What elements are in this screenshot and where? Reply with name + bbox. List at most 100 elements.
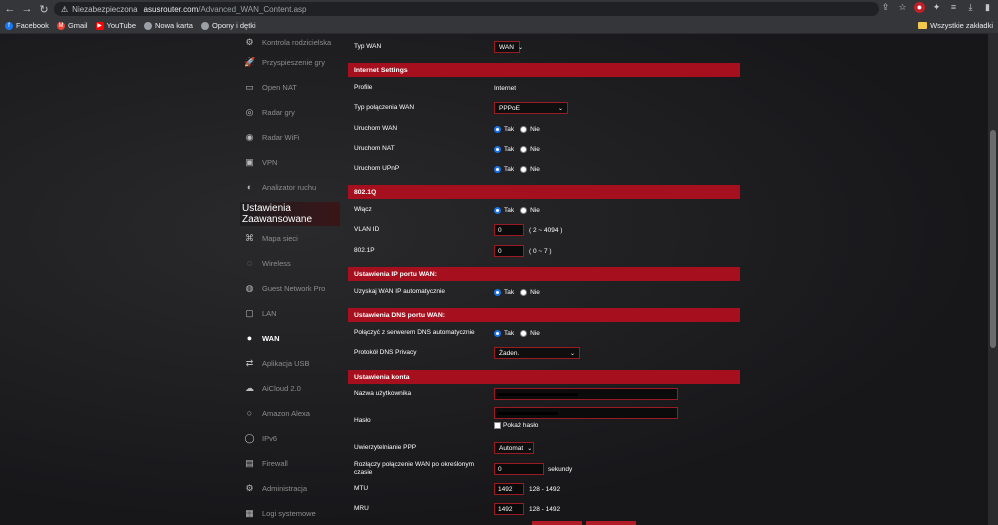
idle-row: Rozłączy połączenie WAN po określonym cz… xyxy=(354,460,740,478)
idle-label: Rozłączy połączenie WAN po określonym cz… xyxy=(354,461,475,476)
wan-ip-yes-radio[interactable] xyxy=(494,288,501,296)
page-viewport: ⚙ Kontrola rodzicielska 🚀 Przyspieszenie… xyxy=(0,34,988,525)
open-nat-icon: ▭ xyxy=(245,82,254,92)
sidebar-item-parental[interactable]: ⚙ Kontrola rodzicielska xyxy=(240,34,340,50)
password-input[interactable] xyxy=(494,407,678,419)
guest-network-icon: ◍ xyxy=(245,283,254,293)
chevron-down-icon: ⌄ xyxy=(569,350,575,357)
no-label: Nie xyxy=(530,206,540,214)
yes-label: Tak xyxy=(504,145,515,153)
sidebar-item-network-map[interactable]: ⌘ Mapa sieci xyxy=(240,226,340,251)
enable-nat-no-radio[interactable] xyxy=(520,145,528,153)
all-bookmarks[interactable]: Wszystkie zakładki xyxy=(918,21,993,30)
wifi-radar-icon: ◉ xyxy=(245,132,254,142)
partial-button[interactable] xyxy=(532,521,582,525)
back-icon[interactable]: ← xyxy=(3,2,17,16)
globe-icon xyxy=(200,21,209,30)
sidebar-item-aicloud[interactable]: ☁ AiCloud 2.0 xyxy=(240,376,340,401)
bookmark-nowa-karta[interactable]: Nowa karta xyxy=(144,21,193,30)
bookmark-youtube[interactable]: ▶ YouTube xyxy=(95,21,136,30)
vlan-input[interactable]: 0 xyxy=(494,224,524,236)
gmail-icon: M xyxy=(56,21,65,30)
bookmarks-bar: f Facebook M Gmail ▶ YouTube Nowa karta … xyxy=(0,18,998,34)
sidebar-item-lan[interactable]: ▢ LAN xyxy=(240,301,340,326)
bookmark-label: Opony i dętki xyxy=(211,21,256,30)
enable-nat-yes-radio[interactable] xyxy=(494,145,501,153)
sidepanel-icon[interactable]: ▮ xyxy=(982,2,993,13)
sidebar-item-game-boost[interactable]: 🚀 Przyspieszenie gry xyxy=(240,50,340,75)
sidebar-item-wifi-radar[interactable]: ◉ Radar WiFi xyxy=(240,125,340,150)
enable-upnp-yes-radio[interactable] xyxy=(494,165,501,173)
mtu-input[interactable]: 1492 xyxy=(494,483,524,495)
dot1q-yes-radio[interactable] xyxy=(494,206,501,214)
dns-privacy-value: Żaden. xyxy=(499,349,520,357)
vlan-label: VLAN ID xyxy=(354,226,380,233)
sidebar-item-wan[interactable]: ● WAN xyxy=(240,326,340,351)
dns-auto-yes-radio[interactable] xyxy=(494,329,501,337)
sidebar-item-guest[interactable]: ◍ Guest Network Pro xyxy=(240,276,340,301)
bookmark-facebook[interactable]: f Facebook xyxy=(5,21,49,30)
browser-toolbar: ← → ↻ ⚠ Niezabezpieczona asusrouter.com /… xyxy=(0,0,998,18)
idle-input[interactable]: 0 xyxy=(494,463,544,475)
sidebar-item-alexa[interactable]: ○ Amazon Alexa xyxy=(240,401,340,426)
dot1q-no-radio[interactable] xyxy=(520,206,528,214)
forward-icon[interactable]: → xyxy=(20,2,34,16)
sidebar-item-ipv6[interactable]: ◯ IPv6 xyxy=(240,426,340,451)
wan-ip-no-radio[interactable] xyxy=(520,288,528,296)
dot1p-input[interactable]: 0 xyxy=(494,245,524,257)
mru-row: MRU 1492 128 - 1492 xyxy=(354,501,740,517)
sidebar-item-traffic[interactable]: ◐ Analizator ruchu xyxy=(240,175,340,200)
dns-auto-no-radio[interactable] xyxy=(520,329,528,337)
sidebar-item-label: AiCloud 2.0 xyxy=(262,384,301,393)
page-scrollbar[interactable] xyxy=(988,34,998,525)
share-icon[interactable]: ⇪ xyxy=(880,2,891,13)
dns-privacy-row: Protokół DNS Privacy Żaden. ⌄ xyxy=(354,345,740,361)
username-input[interactable] xyxy=(494,388,678,400)
sidebar-item-label: LAN xyxy=(262,309,277,318)
wan-ip-header: Ustawienia IP portu WAN: xyxy=(348,267,740,281)
enable-nat-row: Uruchom NAT Tak Nie xyxy=(354,141,740,157)
enable-upnp-no-radio[interactable] xyxy=(520,165,528,173)
address-bar[interactable]: ⚠ Niezabezpieczona asusrouter.com/Advanc… xyxy=(54,2,879,16)
star-icon[interactable]: ☆ xyxy=(897,2,908,13)
dns-privacy-select[interactable]: Żaden. ⌄ xyxy=(494,347,580,359)
puzzle-icon[interactable]: ✦ xyxy=(931,2,942,13)
download-icon[interactable]: ⤓ xyxy=(965,2,976,13)
sidebar-item-open-nat[interactable]: ▭ Open NAT xyxy=(240,75,340,100)
ppp-auth-label: Uwierzytelnianie PPP xyxy=(354,444,417,451)
conn-type-select[interactable]: PPPoE ⌄ xyxy=(494,102,568,114)
wan-type-select[interactable]: WAN ⌄ xyxy=(494,41,523,53)
reading-list-icon[interactable]: ≡ xyxy=(948,2,959,13)
sidebar-item-wireless[interactable]: ◌ Wireless xyxy=(240,251,340,276)
yes-label: Tak xyxy=(504,165,515,173)
sidebar-item-syslog[interactable]: ▦ Logi systemowe xyxy=(240,501,340,525)
show-password[interactable]: Pokaż hasło xyxy=(494,422,678,429)
mru-input[interactable]: 1492 xyxy=(494,503,524,515)
sidebar-item-firewall[interactable]: ▤ Firewall xyxy=(240,451,340,476)
sidebar-item-vpn[interactable]: ▣ VPN xyxy=(240,150,340,175)
warning-icon[interactable]: ⚠ xyxy=(61,5,68,14)
partial-button[interactable] xyxy=(586,521,636,525)
sidebar-item-usb[interactable]: ⇄ Aplikacja USB xyxy=(240,351,340,376)
chevron-down-icon: ⌄ xyxy=(527,445,533,452)
account-header: Ustawienia konta xyxy=(348,370,740,384)
extension-red-icon[interactable]: ● xyxy=(914,2,925,13)
password-row: Hasło Pokaż hasło xyxy=(354,407,740,435)
network-map-icon: ⌘ xyxy=(245,233,254,243)
enable-wan-yes-radio[interactable] xyxy=(494,125,501,133)
sidebar-item-admin[interactable]: ⚙ Administracja xyxy=(240,476,340,501)
sidebar-item-game-radar[interactable]: ◎ Radar gry xyxy=(240,100,340,125)
vlan-range: ( 2 ~ 4094 ) xyxy=(529,226,563,234)
wan-type-label: Typ WAN xyxy=(354,43,382,50)
bookmark-label: Facebook xyxy=(16,21,49,30)
bookmark-opony[interactable]: Opony i dętki xyxy=(200,21,256,30)
show-password-checkbox[interactable] xyxy=(494,422,501,429)
ppp-auth-select[interactable]: Automat ⌄ xyxy=(494,442,534,454)
reload-icon[interactable]: ↻ xyxy=(37,2,51,16)
enable-wan-no-radio[interactable] xyxy=(520,125,528,133)
youtube-icon: ▶ xyxy=(95,21,104,30)
sidebar-item-label: WAN xyxy=(262,334,280,343)
bookmark-gmail[interactable]: M Gmail xyxy=(56,21,88,30)
scrollbar-thumb[interactable] xyxy=(990,130,996,348)
sidebar-item-label: Aplikacja USB xyxy=(262,359,310,368)
